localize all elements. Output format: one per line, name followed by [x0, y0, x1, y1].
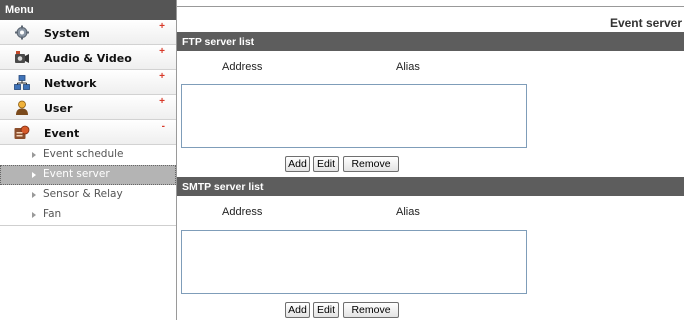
gear-icon — [14, 25, 30, 40]
event-submenu: Event schedule Event server Sensor & Rel… — [0, 145, 176, 226]
menu-header: Menu — [0, 0, 176, 20]
expand-icon[interactable]: + — [159, 21, 165, 32]
sidebar-item-audio-video[interactable]: Audio & Video + — [0, 45, 176, 70]
title-bar: Event server — [177, 6, 684, 32]
ftp-remove-button[interactable]: Remove — [343, 156, 399, 172]
sidebar-item-label: Audio & Video — [44, 52, 132, 65]
main-content: Event server FTP server list Address Ali… — [177, 0, 684, 320]
arrow-right-icon — [32, 192, 36, 198]
smtp-alias-column-header: Alias — [396, 206, 420, 218]
arrow-right-icon — [32, 152, 36, 158]
arrow-right-icon — [32, 172, 36, 178]
ftp-add-button[interactable]: Add — [285, 156, 310, 172]
sidebar-item-user[interactable]: User + — [0, 95, 176, 120]
smtp-address-column-header: Address — [222, 206, 263, 218]
sidebar-item-label: System — [44, 27, 90, 40]
sidebar-item-system[interactable]: System + — [0, 20, 176, 45]
submenu-item-event-schedule[interactable]: Event schedule — [0, 145, 176, 165]
camera-icon — [14, 50, 30, 65]
smtp-remove-button[interactable]: Remove — [343, 302, 399, 318]
ftp-section-header: FTP server list — [177, 32, 684, 51]
submenu-item-label: Sensor & Relay — [43, 188, 123, 200]
network-icon — [14, 75, 30, 90]
ftp-address-column-header: Address — [222, 61, 263, 73]
page-title: Event server — [609, 16, 682, 30]
ftp-alias-column-header: Alias — [396, 61, 420, 73]
user-icon — [14, 100, 30, 115]
ftp-server-listbox[interactable] — [181, 84, 527, 148]
expand-icon[interactable]: + — [159, 71, 165, 82]
sidebar-item-network[interactable]: Network + — [0, 70, 176, 95]
submenu-item-fan[interactable]: Fan — [0, 205, 176, 225]
submenu-item-label: Fan — [43, 208, 62, 220]
smtp-add-button[interactable]: Add — [285, 302, 310, 318]
collapse-icon[interactable]: - — [162, 121, 165, 132]
submenu-item-label: Event schedule — [43, 148, 124, 160]
submenu-item-sensor-relay[interactable]: Sensor & Relay — [0, 185, 176, 205]
smtp-edit-button[interactable]: Edit — [313, 302, 339, 318]
sidebar-item-label: User — [44, 102, 73, 115]
smtp-section-header: SMTP server list — [177, 177, 684, 196]
sidebar-item-event[interactable]: Event - — [0, 120, 176, 145]
smtp-server-listbox[interactable] — [181, 230, 527, 294]
sidebar-menu: Menu System + Audio & Video + Network + … — [0, 0, 177, 320]
sidebar-item-label: Event — [44, 127, 80, 140]
expand-icon[interactable]: + — [159, 96, 165, 107]
sidebar-item-label: Network — [44, 77, 97, 90]
expand-icon[interactable]: + — [159, 46, 165, 57]
submenu-item-event-server[interactable]: Event server — [0, 165, 176, 185]
ftp-edit-button[interactable]: Edit — [313, 156, 339, 172]
event-icon — [14, 125, 30, 140]
submenu-item-label: Event server — [43, 168, 110, 180]
arrow-right-icon — [32, 212, 36, 218]
